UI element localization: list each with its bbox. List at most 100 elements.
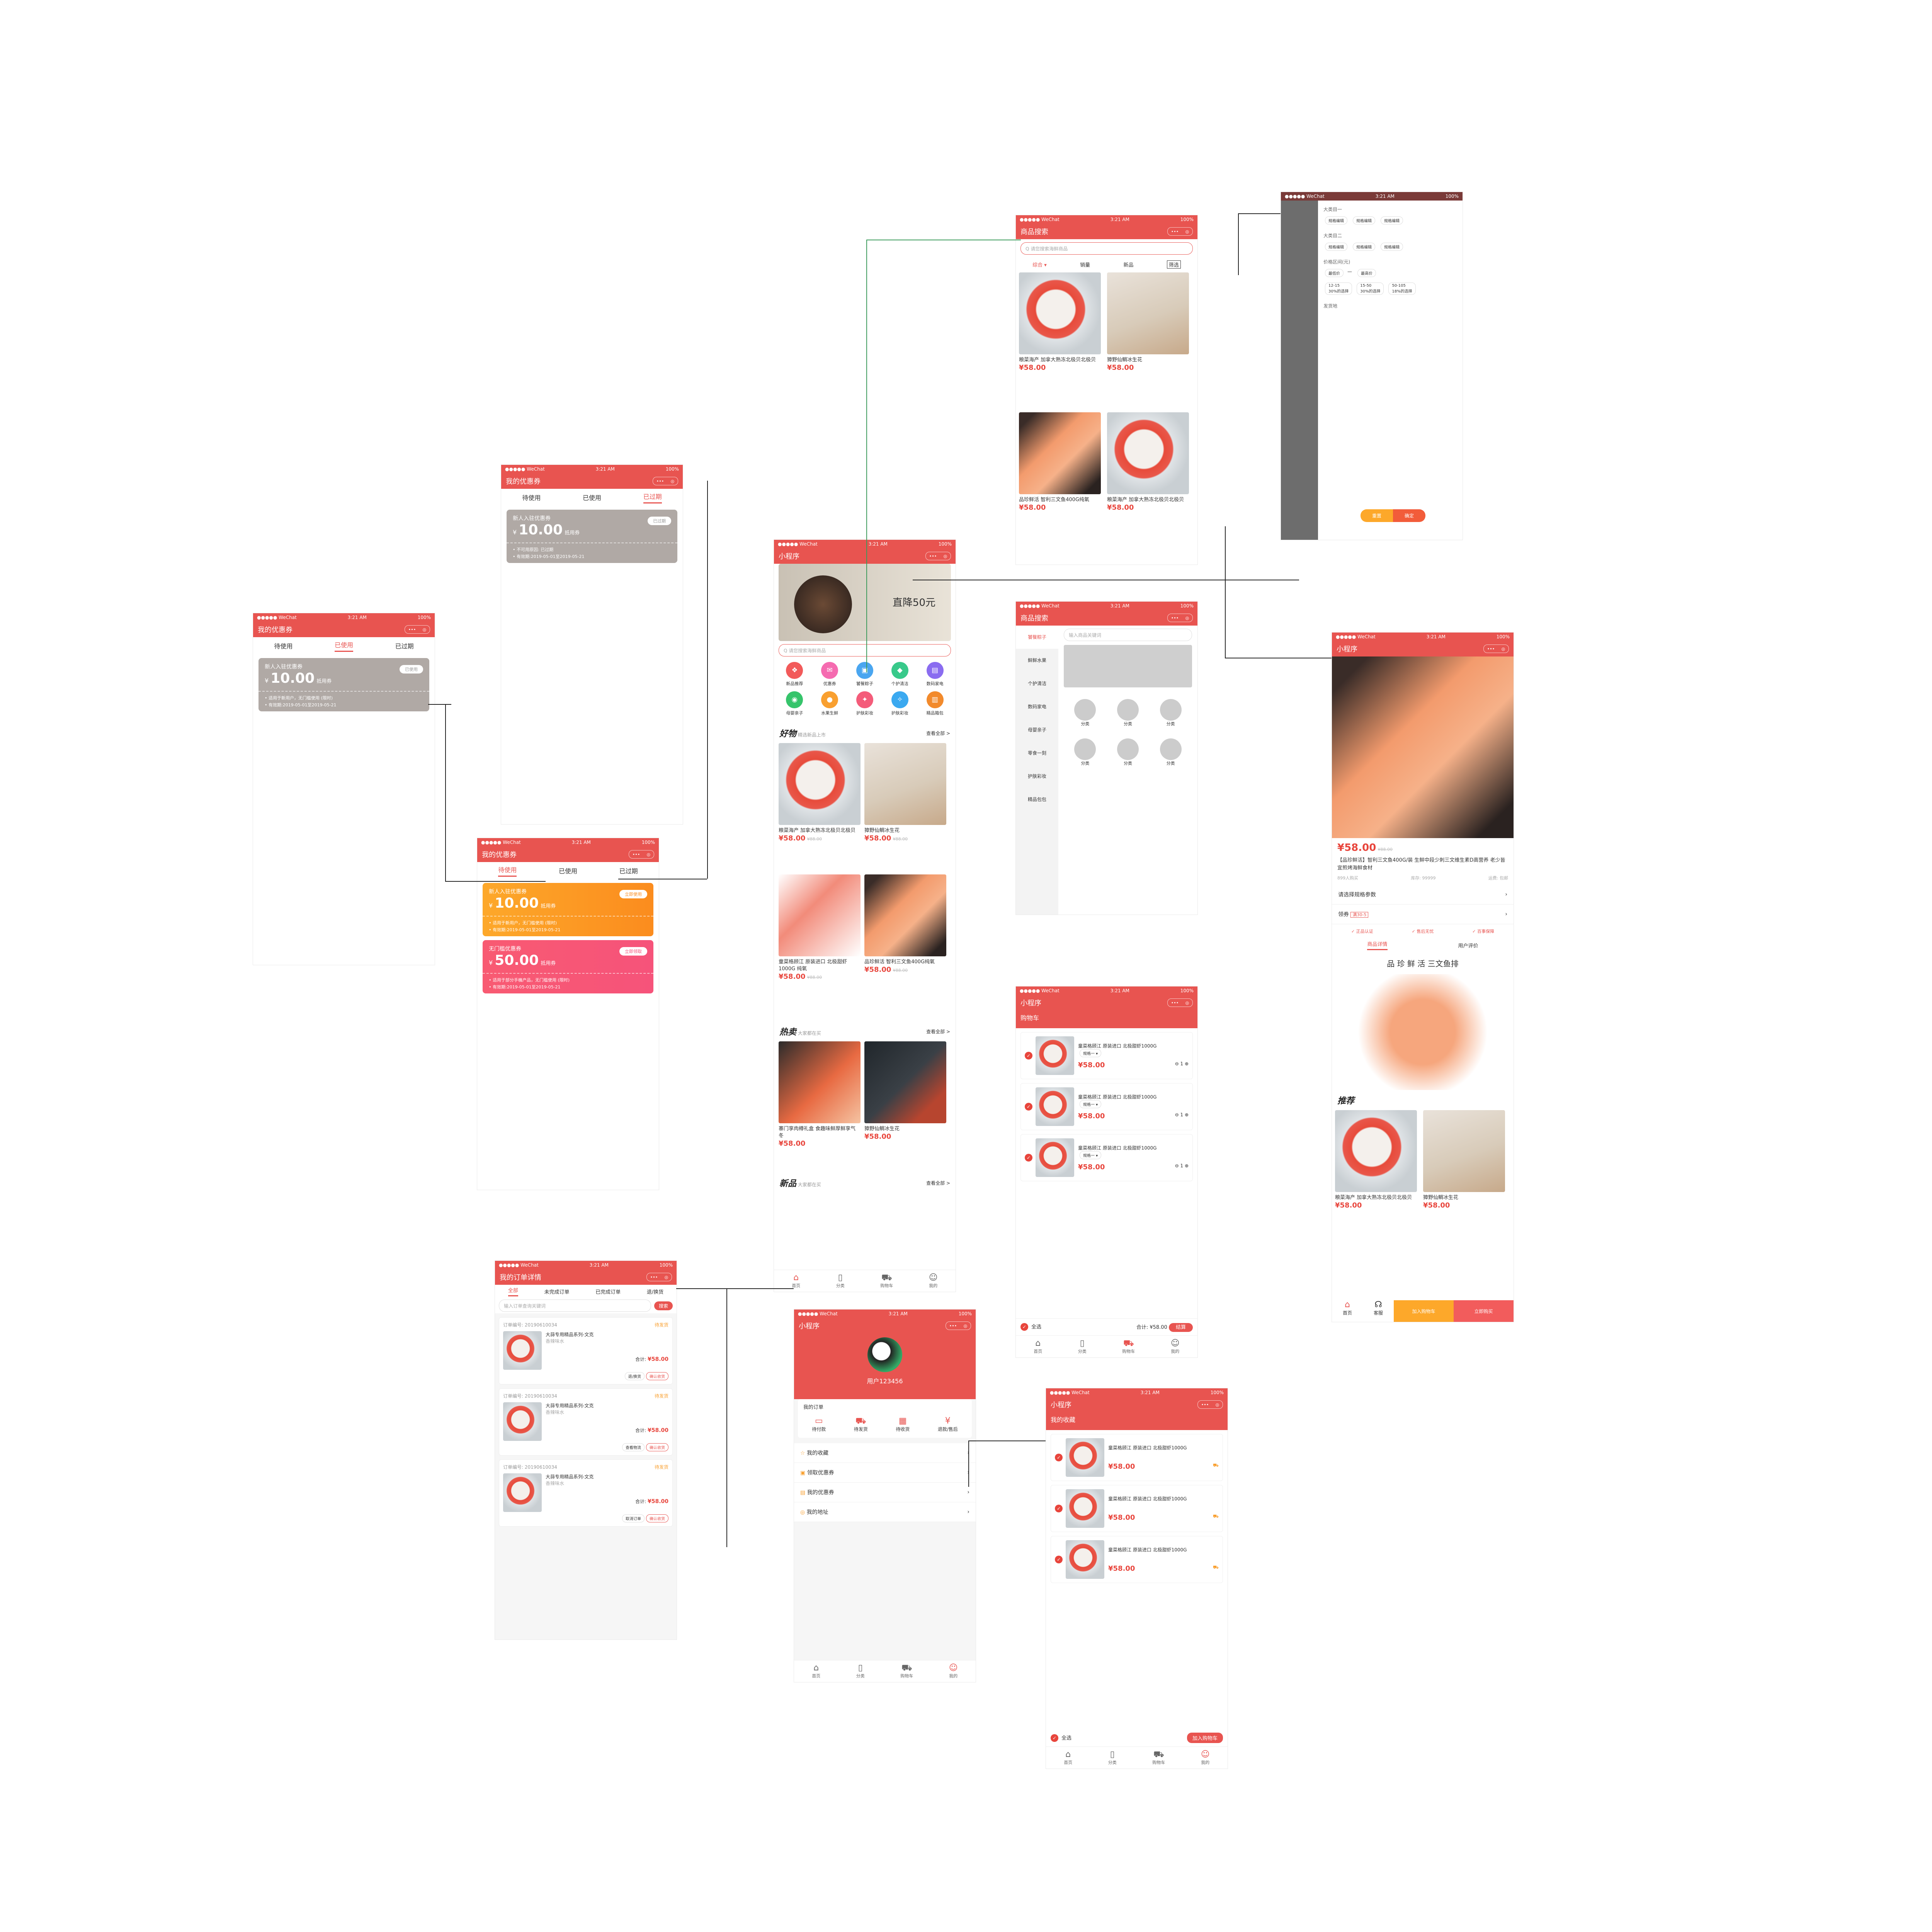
check-icon[interactable]: ✓ <box>1025 1103 1032 1111</box>
filter-option[interactable]: 规格编辑 <box>1325 243 1347 251</box>
capsule-menu[interactable]: ••• ◎ <box>405 625 430 634</box>
sidebar-item[interactable]: 母婴亲子 <box>1016 718 1058 742</box>
service-button[interactable]: ☊ 客服 <box>1363 1300 1394 1322</box>
search-input[interactable]: 输入商品关键词 <box>1064 629 1192 641</box>
filter-option[interactable]: 规格编辑 <box>1353 243 1375 251</box>
view-all-link[interactable]: 查看全部 > <box>926 1180 950 1186</box>
use-now-button[interactable]: 立即使用 <box>619 890 647 898</box>
capsule-menu[interactable]: ••• ◎ <box>1167 614 1193 622</box>
promo-banner[interactable]: 直降50元 <box>779 564 951 641</box>
check-icon[interactable]: ✓ <box>1025 1154 1032 1162</box>
quantity-stepper[interactable]: ⊖ 1 ⊕ <box>1175 1112 1189 1120</box>
check-icon[interactable]: ✓ <box>1055 1505 1063 1512</box>
capsule-menu[interactable]: ••• ◎ <box>1483 645 1509 653</box>
tab-mine[interactable]: ☺ 我的 <box>1201 1750 1210 1765</box>
min-price-input[interactable]: 最低价 <box>1325 269 1344 277</box>
sidebar-item[interactable]: 鲜鲜水果 <box>1016 649 1058 672</box>
tab-complete[interactable]: 已完成订单 <box>595 1288 621 1295</box>
capsule-menu[interactable]: ••• ◎ <box>629 850 654 859</box>
select-all[interactable]: ✓ 全选 <box>1051 1734 1071 1742</box>
product-card[interactable]: 獐野仙鲷冰生花 ¥58.00 ¥88.00 <box>864 743 946 842</box>
capsule-menu[interactable]: ••• ◎ <box>1167 227 1193 236</box>
tab-detail[interactable]: 商品详情 <box>1367 940 1388 950</box>
menu-item-favorites[interactable]: ☆ 我的收藏› <box>794 1443 976 1463</box>
view-all-link[interactable]: 查看全部 > <box>926 1028 950 1035</box>
category-baby[interactable]: ◉ 母婴亲子 <box>777 691 812 716</box>
confirm-receipt-button[interactable]: 确认收货 <box>646 1372 668 1380</box>
capsule-menu[interactable]: ••• ◎ <box>1197 1400 1223 1409</box>
confirm-button[interactable]: 确定 <box>1393 509 1426 522</box>
confirm-receipt-button[interactable]: 确认收货 <box>646 1514 668 1522</box>
claim-now-button[interactable]: 立即领取 <box>619 947 647 956</box>
product-card[interactable]: 寨门享肉樽礼盒 食趣味鲜厚鲜享气冬 ¥58.00 <box>779 1041 861 1148</box>
check-icon[interactable]: ✓ <box>1055 1556 1063 1563</box>
track-button[interactable]: 查看物流 <box>622 1443 645 1451</box>
sort-new[interactable]: 新品 <box>1123 261 1133 268</box>
check-icon[interactable]: ✓ <box>1055 1454 1063 1461</box>
menu-item-claim-coupon[interactable]: ▣ 领取优惠券› <box>794 1463 976 1483</box>
avatar[interactable] <box>867 1337 902 1372</box>
home-button[interactable]: ⌂ 首页 <box>1332 1300 1363 1322</box>
tab-pending[interactable]: 待使用 <box>274 641 293 650</box>
tab-cart[interactable]: ⛟ 购物车 <box>1122 1339 1135 1354</box>
filter-option[interactable]: 规格编辑 <box>1325 216 1347 224</box>
buy-now-button[interactable]: 立即购买 <box>1454 1300 1514 1322</box>
price-range-option[interactable]: 50-105 18%的选择 <box>1388 282 1416 295</box>
tab-expired[interactable]: 已过期 <box>619 866 638 875</box>
sidebar-item[interactable]: 精品包包 <box>1016 788 1058 811</box>
tab-category[interactable]: ▯ 分类 <box>1108 1750 1117 1765</box>
filter-option[interactable]: 规格编辑 <box>1353 216 1375 224</box>
reset-button[interactable]: 重置 <box>1361 509 1393 522</box>
category-fresh[interactable]: ● 水果生鲜 <box>812 691 847 716</box>
subcategory-item[interactable]: 分类 <box>1074 699 1096 727</box>
select-all[interactable]: ✓ 全选 <box>1020 1323 1041 1331</box>
product-card[interactable]: 童菜格顾江 原装进口 北极甜虾1000G 纯氧 ¥58.00 ¥88.00 <box>779 874 861 981</box>
category-new[interactable]: ❖ 新品推荐 <box>777 662 812 687</box>
tab-expired[interactable]: 已过期 <box>395 641 414 650</box>
tab-home[interactable]: ⌂ 首页 <box>1064 1750 1072 1765</box>
add-to-cart-button[interactable]: 加入购物车 <box>1394 1300 1454 1322</box>
tab-mine[interactable]: ☺ 我的 <box>1171 1339 1180 1354</box>
filter-option[interactable]: 规格编辑 <box>1381 243 1403 251</box>
my-orders-label[interactable]: 我的订单 <box>798 1399 972 1414</box>
subcategory-item[interactable]: 分类 <box>1160 699 1182 727</box>
order-card[interactable]: 订单编号: 20190610034 待发货 大蒜专用精品系列-文克 香辣味水 合计: ¥… <box>499 1459 673 1527</box>
capsule-menu[interactable]: ••• ◎ <box>946 1321 971 1330</box>
filter-option[interactable]: 规格编辑 <box>1381 216 1403 224</box>
capsule-menu[interactable]: ••• ◎ <box>1167 998 1193 1007</box>
cart-icon[interactable]: ⛟ <box>1213 1463 1219 1471</box>
sidebar-item[interactable]: 数码家电 <box>1016 695 1058 718</box>
product-card[interactable]: 粮菜海产 加拿大熟冻北极贝北极贝 ¥58.00 <box>1107 412 1189 512</box>
search-input[interactable]: Q 请您搜索海鲜商品 <box>779 644 951 656</box>
price-range-option[interactable]: 15-50 30%的选择 <box>1357 282 1384 295</box>
spec-select[interactable]: 规格一 ▾ <box>1080 1151 1102 1159</box>
product-card[interactable]: 品珍鲜活 智利三文鱼400G纯氧 ¥58.00 ¥88.00 <box>864 874 946 974</box>
tab-mine[interactable]: ☺ 我的 <box>929 1273 938 1289</box>
quantity-stepper[interactable]: ⊖ 1 ⊕ <box>1175 1163 1189 1171</box>
search-button[interactable]: 搜索 <box>654 1301 673 1310</box>
shipping-origin-label[interactable]: 发货地 <box>1323 303 1457 309</box>
capsule-menu[interactable]: ••• ◎ <box>653 477 678 485</box>
product-card[interactable]: 粮菜海产 加拿大熟冻北极贝北极贝 ¥58.00 ¥88.00 <box>779 743 861 842</box>
cart-icon[interactable]: ⛟ <box>1213 1514 1219 1522</box>
tab-return[interactable]: 退/换货 <box>647 1288 663 1295</box>
order-pending-receive[interactable]: ▦ 待收货 <box>896 1417 910 1432</box>
tab-expired[interactable]: 已过期 <box>643 492 662 503</box>
tab-cart[interactable]: ⛟ 购物车 <box>1152 1750 1165 1765</box>
view-all-link[interactable]: 查看全部 > <box>926 730 950 736</box>
product-card[interactable]: 獐野仙鲷冰生花 ¥58.00 <box>864 1041 946 1141</box>
tab-home[interactable]: ⌂ 首页 <box>792 1273 800 1289</box>
price-range-option[interactable]: 12-15 30%的选择 <box>1325 282 1352 295</box>
quantity-stepper[interactable]: ⊖ 1 ⊕ <box>1175 1061 1189 1069</box>
spec-selector[interactable]: 请选择规格参数 › <box>1332 885 1514 905</box>
tab-category[interactable]: ▯ 分类 <box>1078 1339 1087 1354</box>
product-card[interactable]: 品珍鲜活 智利三文鱼400G纯氧 ¥58.00 <box>1019 412 1101 512</box>
cancel-order-button[interactable]: 取消订单 <box>622 1514 645 1522</box>
tab-all[interactable]: 全部 <box>508 1286 518 1296</box>
order-pending-payment[interactable]: ▭ 待付款 <box>812 1417 826 1432</box>
tab-used[interactable]: 已使用 <box>334 640 353 652</box>
search-input[interactable]: Q 请您搜索海鲜商品 <box>1020 242 1193 255</box>
sort-default[interactable]: 综合 ▾ <box>1032 261 1047 268</box>
category-beauty[interactable]: ✦ 护肤彩妆 <box>847 691 883 716</box>
category-coupon[interactable]: ✉ 优惠券 <box>812 662 847 687</box>
